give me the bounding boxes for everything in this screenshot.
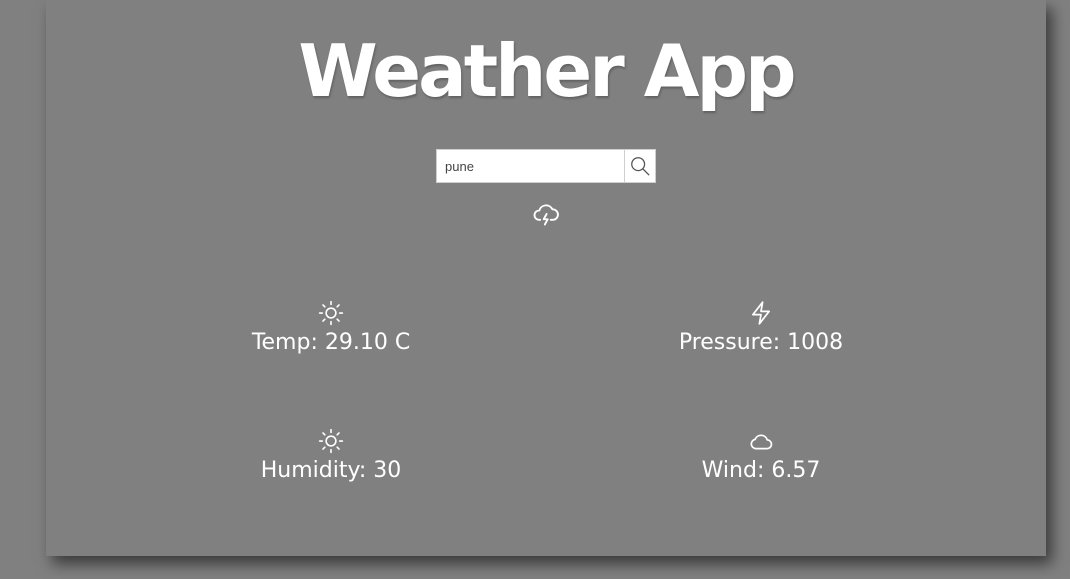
weather-card: Weather App Temp: 29.10 C: [46, 0, 1046, 556]
humidity-label: Humidity: 30: [260, 458, 402, 483]
pressure-stat: Pressure: 1008: [611, 300, 911, 358]
app-title: Weather App: [298, 29, 796, 113]
search-button[interactable]: [624, 149, 656, 183]
wind-label: Wind: 6.57: [701, 458, 821, 483]
temp-label: Temp: 29.10 C: [251, 330, 411, 355]
lightning-icon: [752, 301, 770, 325]
pressure-label: Pressure: 1008: [678, 330, 844, 355]
temp-stat: Temp: 29.10 C: [181, 300, 481, 358]
wind-stat: Wind: 6.57: [611, 428, 911, 486]
search-bar: [436, 149, 656, 183]
cloud-lightning-icon: [533, 204, 559, 226]
humidity-stat: Humidity: 30: [181, 428, 481, 486]
cloud-icon: [750, 434, 773, 450]
search-icon: [631, 157, 650, 176]
city-search-input[interactable]: [436, 149, 624, 183]
sun-icon: [318, 428, 344, 454]
sun-icon: [318, 300, 344, 326]
